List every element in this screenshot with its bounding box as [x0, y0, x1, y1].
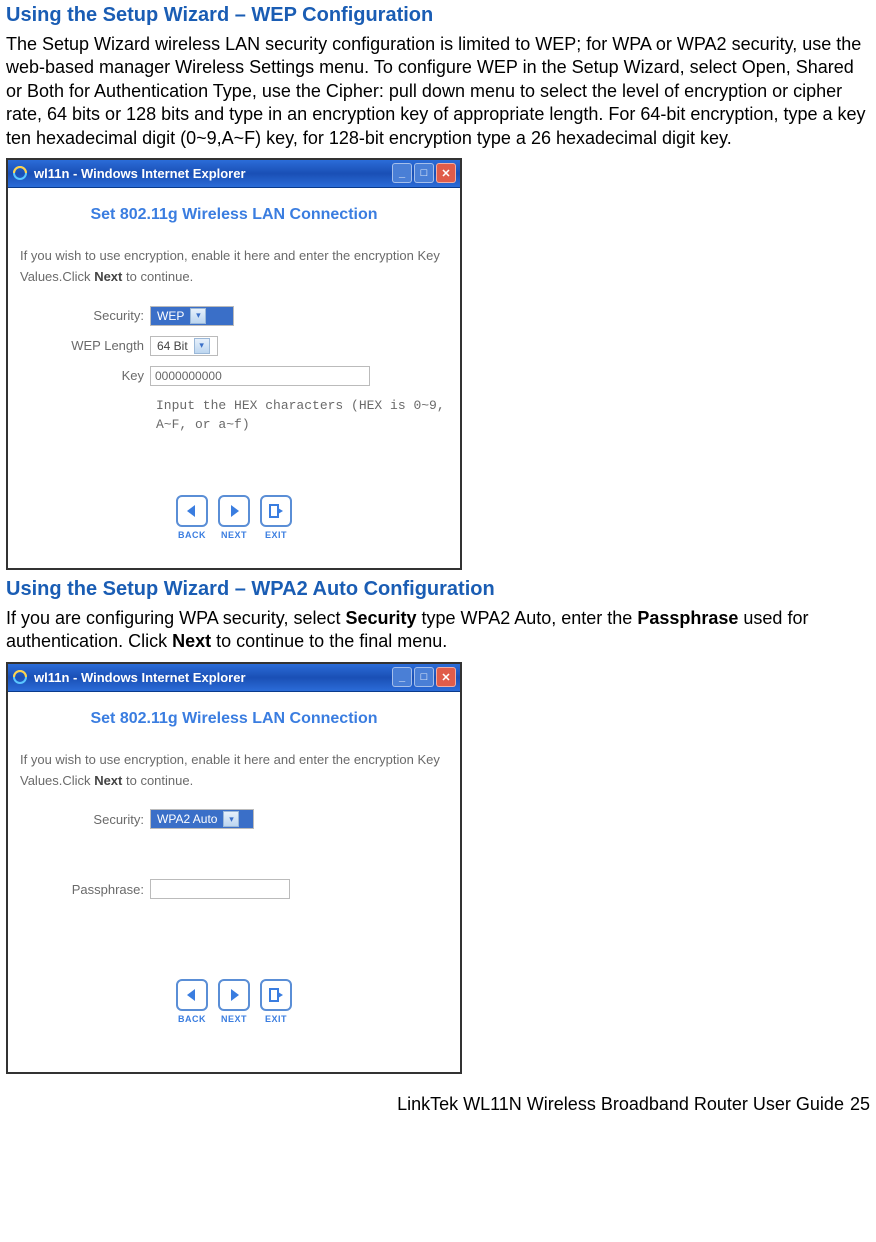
instr-bold-next: Next	[94, 773, 122, 788]
p2a: If you are configuring WPA security, sel…	[6, 608, 345, 628]
wizard-instruction: If you wish to use encryption, enable it…	[20, 246, 448, 288]
back-label: BACK	[178, 1014, 206, 1024]
key-hint: Input the HEX characters (HEX is 0~9, A~…	[156, 396, 448, 435]
next-label: NEXT	[221, 530, 247, 540]
wizard-title: Set 802.11g Wireless LAN Connection	[20, 710, 448, 728]
passphrase-input[interactable]	[150, 879, 290, 899]
footer-text: LinkTek WL11N Wireless Broadband Router …	[397, 1094, 844, 1115]
security-value: WEP	[153, 309, 190, 323]
window-controls: _ □ ✕	[392, 163, 456, 183]
arrow-left-icon	[176, 979, 208, 1011]
titlebar: wl11n - Windows Internet Explorer _ □ ✕	[8, 160, 460, 188]
next-button[interactable]: NEXT	[218, 495, 250, 540]
section-para-wep: The Setup Wizard wireless LAN security c…	[6, 33, 870, 150]
key-input[interactable]	[150, 366, 370, 386]
row-key: Key	[20, 366, 448, 386]
p2c: type WPA2 Auto, enter the	[417, 608, 638, 628]
label-key: Key	[20, 368, 150, 383]
exit-button[interactable]: EXIT	[260, 979, 292, 1024]
titlebar-text: wl11n - Windows Internet Explorer	[34, 670, 392, 685]
instr-bold-next: Next	[94, 269, 122, 284]
instr-line-a: If you wish to use encryption, enable it…	[20, 752, 440, 767]
back-button[interactable]: BACK	[176, 495, 208, 540]
titlebar: wl11n - Windows Internet Explorer _ □ ✕	[8, 664, 460, 692]
section-heading-wpa2: Using the Setup Wizard – WPA2 Auto Confi…	[6, 578, 870, 601]
row-wep-length: WEP Length 64 Bit ▾	[20, 336, 448, 356]
close-button[interactable]: ✕	[436, 163, 456, 183]
section-heading-wep: Using the Setup Wizard – WEP Configurati…	[6, 4, 870, 27]
security-select[interactable]: WEP ▾	[150, 306, 234, 326]
page-footer: LinkTek WL11N Wireless Broadband Router …	[6, 1094, 870, 1115]
instr-line-b: Values.Click	[20, 269, 94, 284]
p2b: Security	[345, 608, 416, 628]
exit-button[interactable]: EXIT	[260, 495, 292, 540]
window-content: Set 802.11g Wireless LAN Connection If y…	[8, 188, 460, 568]
exit-label: EXIT	[265, 530, 287, 540]
row-passphrase: Passphrase:	[20, 879, 448, 899]
back-label: BACK	[178, 530, 206, 540]
row-security: Security: WPA2 Auto ▾	[20, 809, 448, 829]
close-button[interactable]: ✕	[436, 667, 456, 687]
label-security: Security:	[20, 308, 150, 323]
minimize-button[interactable]: _	[392, 163, 412, 183]
security-select[interactable]: WPA2 Auto ▾	[150, 809, 254, 829]
p2g: to continue to the final menu.	[211, 631, 447, 651]
label-passphrase: Passphrase:	[20, 882, 150, 897]
spacer	[20, 839, 448, 879]
wizard-title: Set 802.11g Wireless LAN Connection	[20, 206, 448, 224]
label-security: Security:	[20, 812, 150, 827]
instr-line-a: If you wish to use encryption, enable it…	[20, 248, 440, 263]
arrow-right-icon	[218, 495, 250, 527]
maximize-button[interactable]: □	[414, 163, 434, 183]
minimize-button[interactable]: _	[392, 667, 412, 687]
p2f: Next	[172, 631, 211, 651]
ie-icon	[12, 165, 28, 181]
wizard-nav: BACK NEXT EXIT	[20, 495, 448, 540]
window-wep: wl11n - Windows Internet Explorer _ □ ✕ …	[6, 158, 462, 570]
chevron-down-icon: ▾	[223, 811, 239, 827]
back-button[interactable]: BACK	[176, 979, 208, 1024]
exit-icon	[260, 495, 292, 527]
p2d: Passphrase	[637, 608, 738, 628]
label-wep-length: WEP Length	[20, 338, 150, 353]
wizard-nav: BACK NEXT EXIT	[20, 979, 448, 1024]
window-wpa2: wl11n - Windows Internet Explorer _ □ ✕ …	[6, 662, 462, 1074]
instr-line-b: Values.Click	[20, 773, 94, 788]
window-content: Set 802.11g Wireless LAN Connection If y…	[8, 692, 460, 1072]
next-button[interactable]: NEXT	[218, 979, 250, 1024]
instr-tail: to continue.	[122, 773, 193, 788]
chevron-down-icon: ▾	[190, 308, 206, 324]
arrow-left-icon	[176, 495, 208, 527]
wep-length-value: 64 Bit	[153, 339, 194, 353]
window-controls: _ □ ✕	[392, 667, 456, 687]
titlebar-text: wl11n - Windows Internet Explorer	[34, 166, 392, 181]
maximize-button[interactable]: □	[414, 667, 434, 687]
arrow-right-icon	[218, 979, 250, 1011]
footer-page-number: 25	[850, 1094, 870, 1115]
section-para-wpa2: If you are configuring WPA security, sel…	[6, 607, 870, 654]
wep-length-select[interactable]: 64 Bit ▾	[150, 336, 218, 356]
ie-icon	[12, 669, 28, 685]
security-value: WPA2 Auto	[153, 812, 223, 826]
next-label: NEXT	[221, 1014, 247, 1024]
chevron-down-icon: ▾	[194, 338, 210, 354]
exit-label: EXIT	[265, 1014, 287, 1024]
wizard-instruction: If you wish to use encryption, enable it…	[20, 750, 448, 792]
exit-icon	[260, 979, 292, 1011]
row-security: Security: WEP ▾	[20, 306, 448, 326]
instr-tail: to continue.	[122, 269, 193, 284]
